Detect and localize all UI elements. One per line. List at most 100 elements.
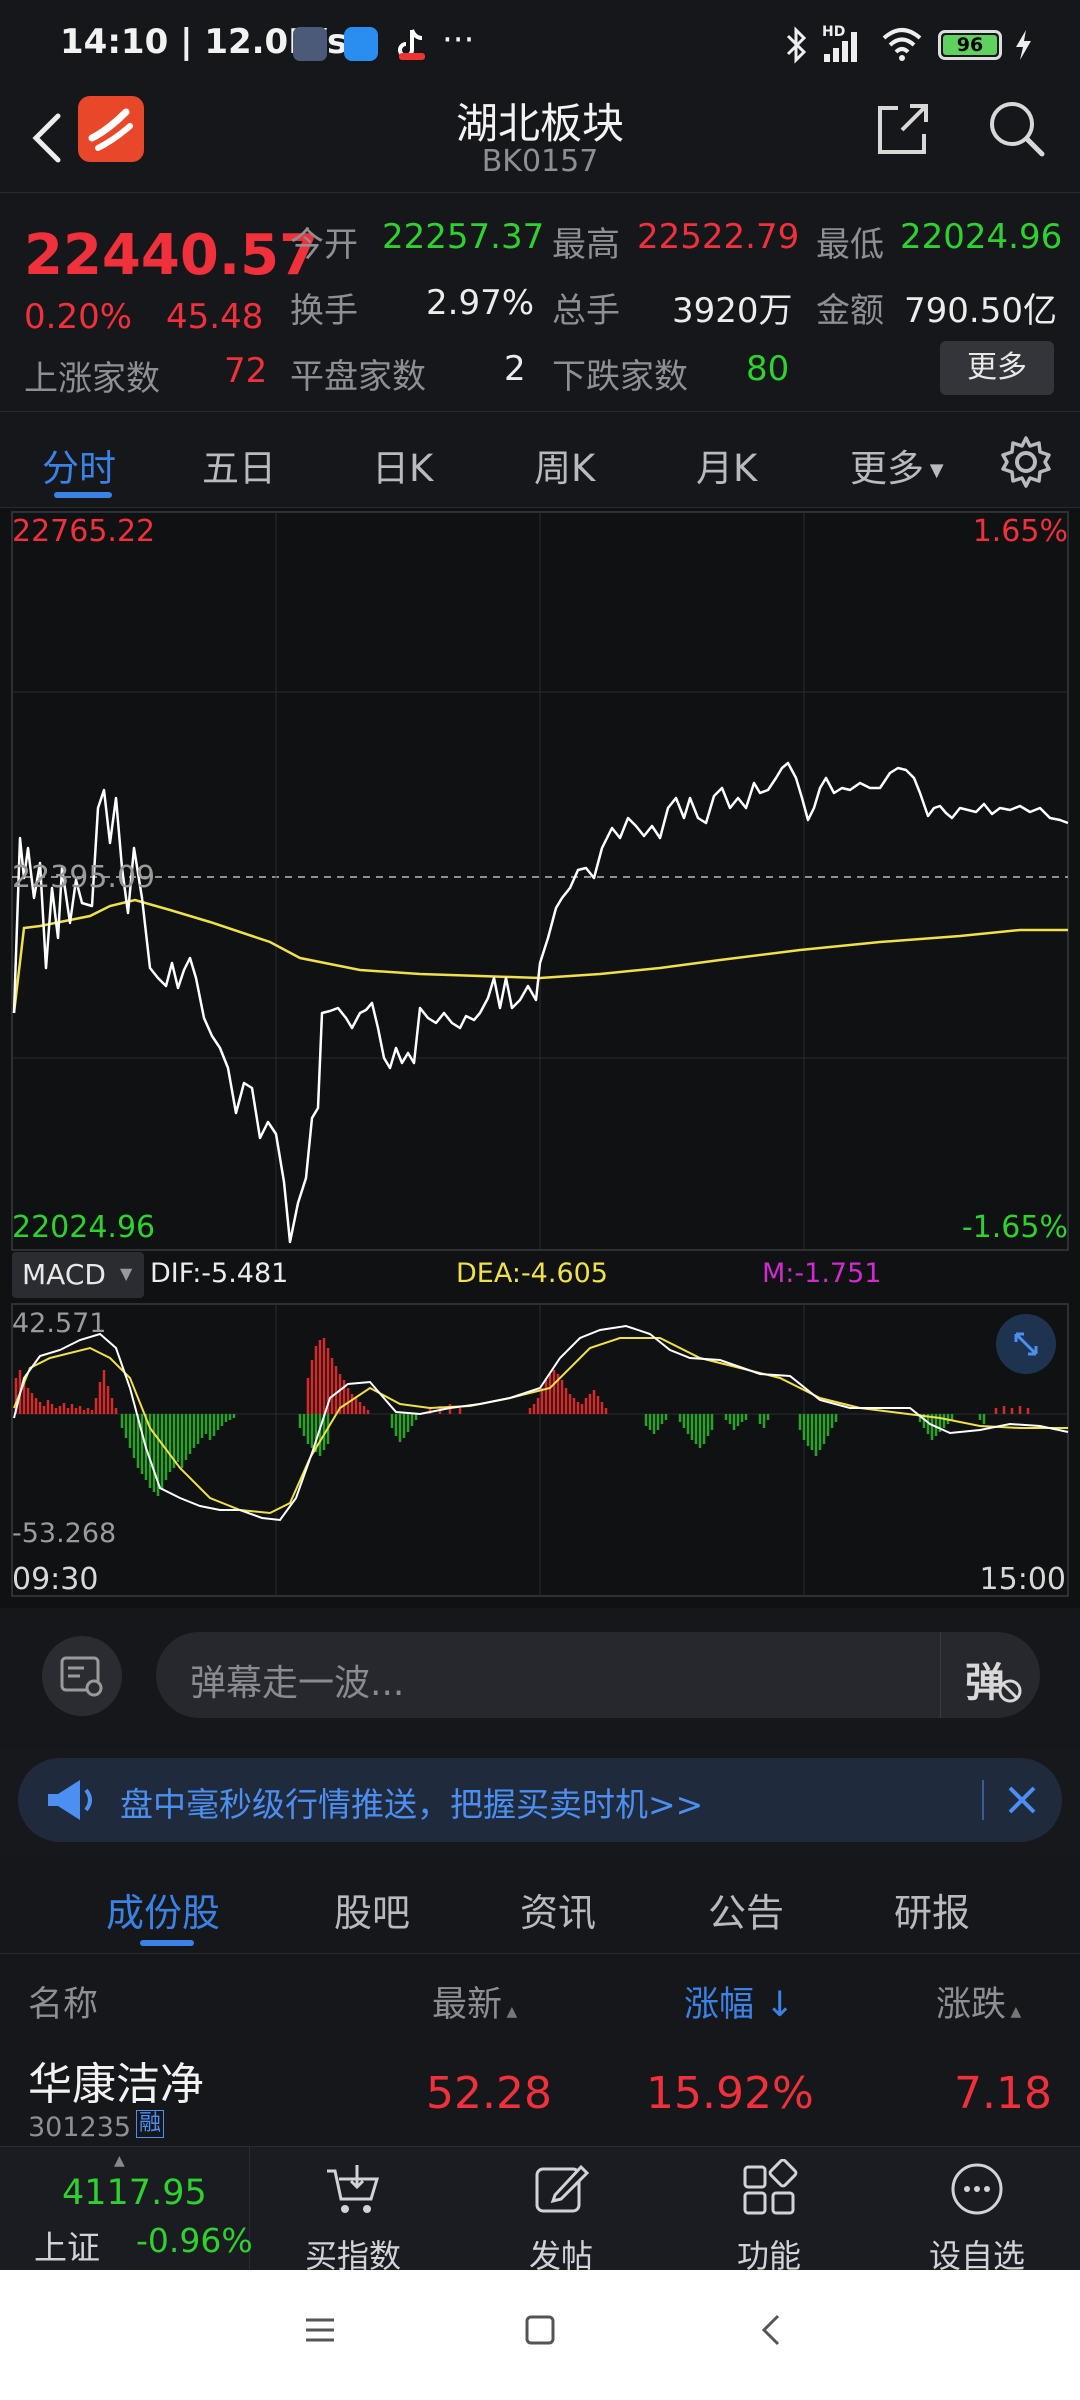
search-button[interactable] [984, 96, 1050, 162]
low-value: 22024.96 [900, 217, 1063, 257]
index-value: 4117.95 [62, 2173, 207, 2213]
chart-min-percent: -1.65% [961, 1210, 1068, 1245]
chart-max-price: 22765.22 [12, 514, 156, 549]
tab-constituents[interactable]: 成份股 [106, 1882, 220, 1937]
more-button[interactable]: 更多 [940, 341, 1054, 395]
post-button[interactable]: 发帖 [476, 2147, 646, 2275]
system-back-button[interactable] [752, 2310, 792, 2350]
chart-settings-button[interactable] [998, 434, 1054, 490]
functions-button[interactable]: 功能 [684, 2147, 854, 2275]
tab-announcements[interactable]: 公告 [708, 1882, 784, 1937]
danmaku-input[interactable]: 弹幕走一波... 弹 [156, 1632, 1040, 1718]
tab-weekly-k[interactable]: 周K [534, 438, 595, 492]
macd-min-value: -53.268 [12, 1518, 117, 1549]
volume-label: 总手 [552, 291, 620, 331]
table-row[interactable]: 华康洁净 301235 融 52.28 15.92% 7.18 [0, 2038, 1080, 2146]
tab-intraday[interactable]: 分时 [42, 438, 116, 492]
caret-down-icon: ▼ [924, 460, 944, 481]
chart-min-price: 22024.96 [12, 1210, 156, 1245]
battery-icon: 96 [938, 30, 1002, 60]
banner-close-button[interactable] [994, 1772, 1050, 1828]
time-end: 15:00 [979, 1562, 1066, 1597]
signal-icon: HD [820, 24, 866, 68]
margin-tag: 融 [136, 2110, 165, 2138]
caret-down-icon: ▼ [120, 1264, 133, 1283]
battery-level: 96 [943, 35, 997, 55]
col-latest-label: 最新 [432, 1985, 503, 2025]
macd-dea-line [13, 1337, 1068, 1515]
active-subtab-indicator [140, 1940, 194, 1946]
danmaku-toggle-button[interactable]: 弹 [940, 1632, 1040, 1718]
col-change-pct-label: 涨幅 [684, 1985, 755, 2025]
expand-icon [1014, 1332, 1038, 1356]
banner-divider [982, 1780, 984, 1820]
tab-five-day[interactable]: 五日 [202, 438, 276, 492]
system-navigation [0, 2270, 1080, 2400]
up-count-label: 上涨家数 [24, 359, 160, 399]
col-change[interactable]: 涨跌 ▲ [936, 1976, 1021, 2027]
tab-more[interactable]: 更多 ▼ [850, 438, 944, 492]
tiktok-notification-icon [395, 27, 429, 61]
gear-icon [1001, 436, 1051, 488]
macd-max-value: 42.571 [12, 1308, 107, 1339]
down-count: 80 [746, 349, 790, 389]
tab-forum[interactable]: 股吧 [334, 1882, 410, 1937]
menu-icon [306, 2318, 334, 2342]
caret-up-icon: ▲ [114, 2153, 125, 2169]
add-watchlist-button[interactable]: 设自选 [892, 2147, 1062, 2275]
index-ticker[interactable]: ▲ 4117.95 上证 -0.96% [0, 2147, 253, 2271]
time-start: 09:30 [12, 1562, 99, 1597]
col-change-pct[interactable]: 涨幅 ↓ [684, 1976, 794, 2027]
wifi-icon [880, 26, 924, 66]
stock-name: 华康洁净 [28, 2059, 204, 2110]
megaphone-icon [48, 1780, 92, 1820]
price-line [12, 761, 1069, 1244]
expand-chart-button[interactable] [996, 1314, 1056, 1374]
network-label: HD [822, 24, 846, 40]
sort-caret-icon: ▲ [502, 2004, 518, 2020]
buy-index-button[interactable]: 买指数 [268, 2147, 438, 2275]
danmaku-list-button[interactable] [42, 1636, 122, 1716]
flat-count: 2 [504, 349, 526, 389]
danmaku-list-icon [60, 1656, 103, 1697]
macd-dif-line [13, 1324, 1069, 1522]
high-label: 最高 [552, 225, 620, 265]
home-button[interactable] [520, 2310, 560, 2350]
volume-value: 3920万 [672, 291, 793, 331]
status-bar: 14:10 | 12.0K/s ··· HD 96 [0, 0, 1080, 90]
macd-m: M:-1.751 [762, 1258, 882, 1289]
tab-daily-k[interactable]: 日K [372, 438, 433, 492]
chart-max-percent: 1.65% [972, 514, 1068, 549]
macd-selector[interactable]: MACD ▼ [12, 1252, 144, 1298]
amount-value: 790.50亿 [904, 291, 1057, 331]
grid-icon [743, 2159, 798, 2215]
tab-news[interactable]: 资讯 [520, 1882, 596, 1937]
share-button[interactable] [872, 98, 934, 160]
col-latest[interactable]: 最新 ▲ [432, 1976, 517, 2027]
col-name: 名称 [28, 1985, 99, 2025]
stock-code: 301235 [28, 2112, 132, 2143]
sort-caret-icon: ▲ [1006, 2004, 1022, 2020]
header: 湖北板块 BK0157 [0, 90, 1080, 190]
open-value: 22257.37 [382, 217, 545, 257]
back-icon [761, 2314, 780, 2346]
index-change-pct: -0.96% [136, 2221, 253, 2260]
charging-icon [1012, 28, 1034, 66]
stock-change: 7.18 [954, 2068, 1052, 2119]
menu-button[interactable] [300, 2310, 340, 2350]
intraday-chart[interactable]: 22765.22 1.65% 22395.09 22024.96 -1.65% … [0, 508, 1080, 1608]
amount-label: 金额 [816, 291, 884, 331]
open-label: 今开 [290, 225, 358, 265]
promo-banner[interactable]: 盘中毫秒级行情推送，把握买卖时机>> [18, 1758, 1062, 1842]
active-tab-indicator [54, 492, 112, 498]
macd-dea: DEA:-4.605 [456, 1258, 608, 1289]
stock-latest: 52.28 [426, 2068, 552, 2119]
tab-research[interactable]: 研报 [894, 1882, 970, 1937]
change-amount: 45.48 [166, 297, 264, 337]
edit-icon [535, 2164, 590, 2213]
tab-monthly-k[interactable]: 月K [696, 438, 757, 492]
tab-more-label: 更多 [850, 447, 924, 490]
chart-canvas [11, 511, 1069, 1597]
flat-count-label: 平盘家数 [290, 357, 426, 397]
macd-dif: DIF:-5.481 [150, 1258, 289, 1289]
